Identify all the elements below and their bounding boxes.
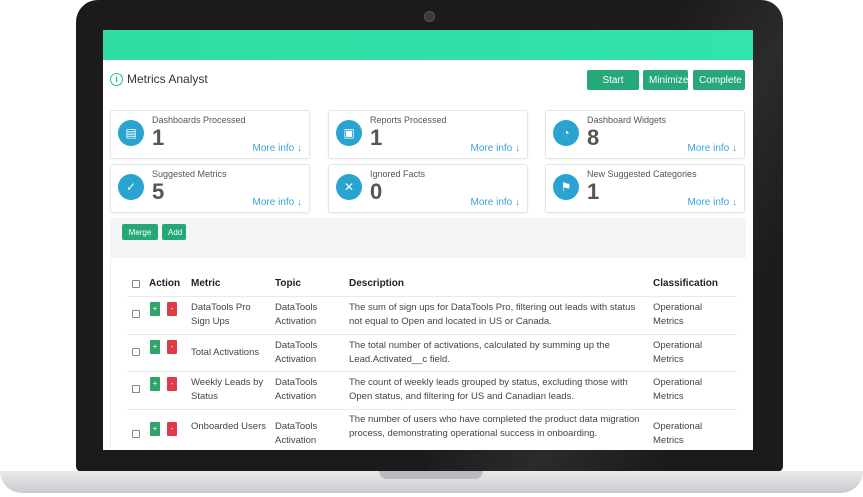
top-banner (103, 30, 753, 60)
more-info-link[interactable]: More info ↓ (471, 197, 520, 208)
app-title: Metrics Analyst (127, 72, 208, 86)
stat-label: New Suggested Categories (587, 169, 697, 179)
topic-cell: DataTools Activation (275, 302, 318, 327)
stat-label: Suggested Metrics (152, 169, 227, 179)
merge-button[interactable]: Merge (122, 224, 158, 240)
approve-button[interactable]: + (150, 340, 160, 354)
more-info-link[interactable]: More info ↓ (688, 143, 737, 154)
more-info-link[interactable]: More info ↓ (253, 197, 302, 208)
stat-card-new-categories: ⚑ New Suggested Categories 1 More info ↓ (545, 164, 745, 213)
stat-value: 1 (587, 179, 600, 204)
topic-cell: DataTools Activation (275, 421, 318, 446)
start-over-button[interactable]: Start Over (587, 70, 639, 106)
approve-button[interactable]: + (150, 302, 160, 316)
more-info-link[interactable]: More info ↓ (688, 197, 737, 208)
stat-label: Reports Processed (370, 115, 447, 125)
classification-cell: Operational Metrics (653, 421, 703, 446)
row-checkbox[interactable] (132, 348, 140, 356)
title-row: i Metrics Analyst (110, 72, 208, 86)
stat-value: 0 (370, 179, 383, 204)
check-circle-icon: ✓ (118, 174, 144, 200)
header-metric: Metric (191, 278, 221, 289)
row-divider (127, 409, 737, 410)
stat-card-suggested-metrics: ✓ Suggested Metrics 5 More info ↓ (110, 164, 310, 213)
header-topic: Topic (275, 278, 301, 289)
classification-cell: Operational Metrics (653, 377, 703, 402)
approve-button[interactable]: + (150, 377, 160, 391)
screen: i Metrics Analyst Start Over Minimize Co… (103, 30, 753, 450)
metric-cell: Weekly Leads by Status (191, 377, 264, 402)
topic-cell: DataTools Activation (275, 377, 318, 402)
info-icon: i (110, 72, 123, 86)
delete-button[interactable]: - (167, 302, 177, 316)
topic-cell: DataTools Activation (275, 340, 318, 365)
stat-value: 8 (587, 125, 600, 150)
header-description: Description (349, 278, 405, 289)
metric-cell: Onboarded Users (191, 421, 266, 432)
more-info-link[interactable]: More info ↓ (253, 143, 302, 154)
classification-cell: Operational Metrics (653, 302, 703, 327)
delete-button[interactable]: - (167, 340, 177, 354)
row-checkbox[interactable] (132, 430, 140, 438)
description-cell: The count of weekly leads grouped by sta… (349, 377, 628, 402)
classification-cell: Operational Metrics (653, 340, 703, 365)
gauge-icon: ◔ (553, 120, 579, 146)
metric-cell: DataTools Pro Sign Ups (191, 302, 251, 327)
row-checkbox[interactable] (132, 385, 140, 393)
camera (424, 11, 435, 22)
stat-value: 1 (370, 125, 383, 150)
stat-value: 5 (152, 179, 165, 204)
stat-label: Ignored Facts (370, 169, 426, 179)
stat-label: Dashboards Processed (152, 115, 246, 125)
approve-button[interactable]: + (150, 422, 160, 436)
description-cell: The number of users who have completed t… (349, 414, 640, 439)
stat-card-dashboards: ▤ Dashboards Processed 1 More info ↓ (110, 110, 310, 159)
x-circle-icon: ✕ (336, 174, 362, 200)
flag-icon: ⚑ (553, 174, 579, 200)
row-divider (127, 334, 737, 335)
actions-bar: Merge Add (110, 218, 746, 259)
stat-card-reports: ▣ Reports Processed 1 More info ↓ (328, 110, 528, 159)
description-cell: The total number of activations, calcula… (349, 340, 610, 365)
select-all-checkbox[interactable] (132, 280, 140, 288)
stat-value: 1 (152, 125, 165, 150)
delete-button[interactable]: - (167, 422, 177, 436)
description-cell: The sum of sign ups for DataTools Pro, f… (349, 302, 636, 327)
laptop-notch (379, 471, 483, 479)
metric-cell: Total Activations (191, 347, 260, 358)
stat-card-ignored-facts: ✕ Ignored Facts 0 More info ↓ (328, 164, 528, 213)
stat-label: Dashboard Widgets (587, 115, 667, 125)
stat-card-widgets: ◔ Dashboard Widgets 8 More info ↓ (545, 110, 745, 159)
header-classification: Classification (653, 278, 719, 289)
dashboard-doc-icon: ▤ (118, 120, 144, 146)
complete-button[interactable]: Complete (693, 70, 745, 90)
more-info-link[interactable]: More info ↓ (471, 143, 520, 154)
metrics-table: Action Metric Topic Description Classifi… (110, 258, 747, 450)
row-divider (127, 296, 737, 297)
report-icon: ▣ (336, 120, 362, 146)
row-divider (127, 371, 737, 372)
add-button[interactable]: Add (162, 224, 186, 240)
delete-button[interactable]: - (167, 377, 177, 391)
row-checkbox[interactable] (132, 310, 140, 318)
minimize-button[interactable]: Minimize (643, 70, 688, 90)
header-action: Action (149, 278, 181, 289)
